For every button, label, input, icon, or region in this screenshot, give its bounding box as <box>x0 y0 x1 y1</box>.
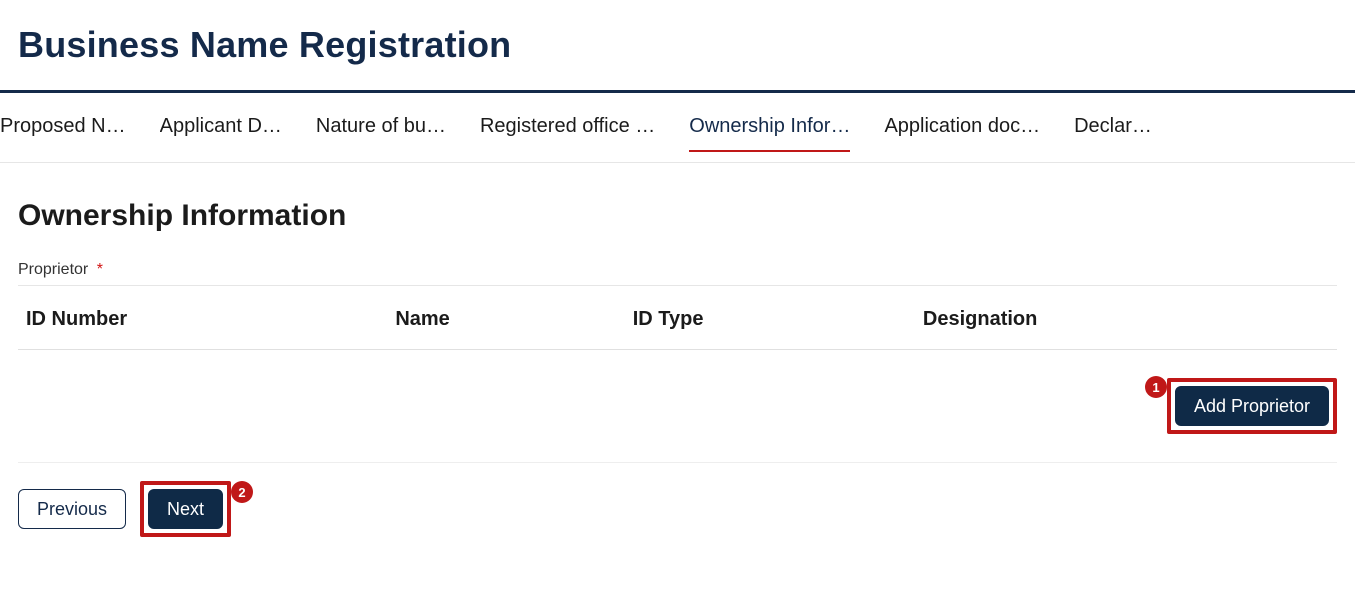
col-name: Name <box>387 290 624 350</box>
required-mark-icon: * <box>97 261 103 278</box>
tab-ownership-information[interactable]: Ownership Infor… <box>689 111 850 152</box>
add-proprietor-button[interactable]: Add Proprietor <box>1175 386 1329 426</box>
next-button[interactable]: Next <box>148 489 223 529</box>
proprietor-label: Proprietor * <box>18 261 1337 279</box>
col-id-type: ID Type <box>625 290 915 350</box>
tab-registered-office[interactable]: Registered office … <box>480 111 655 152</box>
callout-box-add: 1 Add Proprietor <box>1167 378 1337 434</box>
proprietor-table: ID Number Name ID Type Designation <box>18 290 1337 352</box>
page-title: Business Name Registration <box>18 24 1337 66</box>
callout-box-next: Next 2 <box>140 481 231 537</box>
previous-button[interactable]: Previous <box>18 489 126 529</box>
field-divider <box>18 285 1337 286</box>
table-header-row: ID Number Name ID Type Designation <box>18 290 1337 350</box>
section-title: Ownership Information <box>18 199 1337 233</box>
callout-badge-one: 1 <box>1145 376 1167 398</box>
footer-nav: Previous Next 2 <box>18 463 1337 545</box>
tabs-bar: Proposed N… Applicant D… Nature of bu… R… <box>0 93 1355 163</box>
tab-nature-of-business[interactable]: Nature of bu… <box>316 111 446 152</box>
tab-applicant-details[interactable]: Applicant D… <box>160 111 282 152</box>
callout-badge-two: 2 <box>231 481 253 503</box>
col-id-number: ID Number <box>18 290 387 350</box>
col-designation: Designation <box>915 290 1337 350</box>
tab-declaration[interactable]: Declar… <box>1074 111 1152 152</box>
add-proprietor-row: 1 Add Proprietor <box>18 352 1337 463</box>
tab-proposed-name[interactable]: Proposed N… <box>0 111 126 152</box>
proprietor-label-text: Proprietor <box>18 261 88 278</box>
tab-application-documents[interactable]: Application doc… <box>884 111 1040 152</box>
